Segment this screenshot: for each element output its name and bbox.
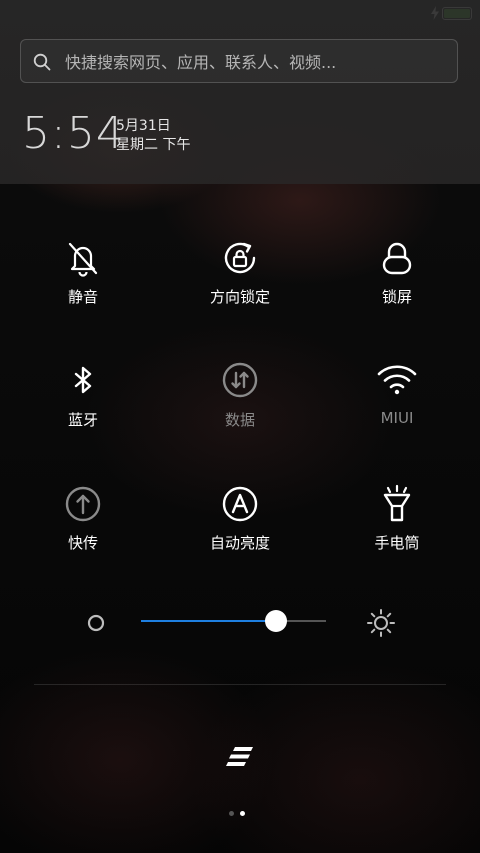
rotation-lock-icon <box>224 242 256 274</box>
page-dot <box>240 811 245 816</box>
search-icon <box>33 53 51 71</box>
auto-brightness-icon <box>222 486 258 522</box>
toggle-silent[interactable]: 静音 <box>3 238 163 338</box>
page-dot <box>229 811 234 816</box>
bell-off-icon <box>68 242 98 277</box>
bluetooth-icon <box>74 366 92 394</box>
search-bar[interactable] <box>20 39 458 84</box>
toggle-rotation-lock[interactable]: 方向锁定 <box>160 238 320 338</box>
clock-date: 5月31日 <box>116 118 171 134</box>
clock-weekday: 星期二 下午 <box>116 137 191 153</box>
toggle-label: 自动亮度 <box>209 534 270 552</box>
toggle-label: 手电筒 <box>374 534 420 552</box>
toggle-bluetooth[interactable]: 蓝牙 <box>3 361 163 461</box>
flashlight-icon <box>383 484 411 522</box>
brightness-slider[interactable] <box>141 610 326 632</box>
toggle-label: 蓝牙 <box>67 411 98 429</box>
clock-time: 5:54 <box>22 108 125 159</box>
wifi-icon <box>377 365 417 395</box>
toggle-label: 锁屏 <box>381 288 412 306</box>
edit-toggles-icon[interactable] <box>226 746 254 768</box>
toggle-mobile-data[interactable]: 数据 <box>160 361 320 461</box>
toggle-label: 数据 <box>224 411 255 429</box>
toggle-quick-share[interactable]: 快传 <box>3 484 163 584</box>
search-input[interactable] <box>63 40 447 84</box>
lock-icon <box>382 242 412 275</box>
toggle-auto-brightness[interactable]: 自动亮度 <box>160 484 320 584</box>
toggle-flashlight[interactable]: 手电筒 <box>317 484 477 584</box>
toggle-label: MIUI <box>380 409 414 427</box>
brightness-slider-thumb[interactable] <box>265 610 287 632</box>
mobile-data-icon <box>222 362 258 398</box>
toggle-wifi[interactable]: MIUI <box>317 361 477 461</box>
brightness-low-icon <box>87 614 105 632</box>
toggle-lock-screen[interactable]: 锁屏 <box>317 238 477 338</box>
brightness-slider-fill <box>141 620 276 622</box>
share-upload-icon <box>65 486 101 522</box>
toggle-label: 快传 <box>67 534 98 552</box>
toggle-label: 静音 <box>67 288 98 306</box>
toggle-label: 方向锁定 <box>209 288 270 306</box>
divider <box>34 684 446 685</box>
brightness-high-icon <box>367 609 395 637</box>
page-indicator <box>229 811 253 817</box>
